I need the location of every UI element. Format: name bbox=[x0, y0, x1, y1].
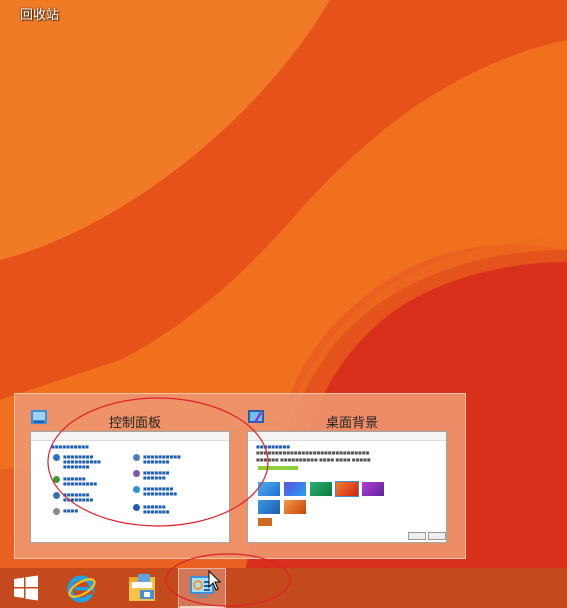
start-button[interactable] bbox=[2, 568, 50, 608]
thumbnail-desktop-background[interactable]: 桌面背景 ■■■■■■■■■ ■■■■■■■■■■■■■■■■■■■■■■■■■… bbox=[242, 394, 462, 554]
file-explorer-button[interactable] bbox=[118, 568, 166, 608]
windows-start-icon bbox=[14, 575, 38, 601]
file-explorer-icon bbox=[129, 574, 155, 601]
taskbar bbox=[0, 568, 567, 608]
control-panel-window-preview: ■■■■■■■■■■ ■■■■■■■■ ■■■■■■■■■■ ■■■■■■■ ■■■… bbox=[30, 431, 230, 543]
recycle-bin-label[interactable]: 回收站 bbox=[20, 4, 59, 23]
thumbnail-title: 桌面背景 bbox=[325, 416, 378, 431]
internet-explorer-icon bbox=[67, 575, 96, 603]
thumbnail-control-panel[interactable]: 控制面板 ■■■■■■■■■■ ■■■■■■■■ ■■■■■■■■■■ ■■■■■■… bbox=[25, 394, 245, 554]
taskbar-thumbnail-preview: 控制面板 ■■■■■■■■■■ ■■■■■■■■ ■■■■■■■■■■ ■■■■■■… bbox=[14, 393, 466, 559]
thumbnail-title: 控制面板 bbox=[108, 416, 161, 431]
mouse-cursor-icon bbox=[208, 570, 222, 591]
internet-explorer-button[interactable] bbox=[58, 568, 106, 608]
desktop-background-window-preview: ■■■■■■■■■ ■■■■■■■■■■■■■■■■■■■■■■■■■■■■■■… bbox=[247, 431, 447, 543]
control-panel-taskbar-button[interactable] bbox=[178, 568, 226, 608]
